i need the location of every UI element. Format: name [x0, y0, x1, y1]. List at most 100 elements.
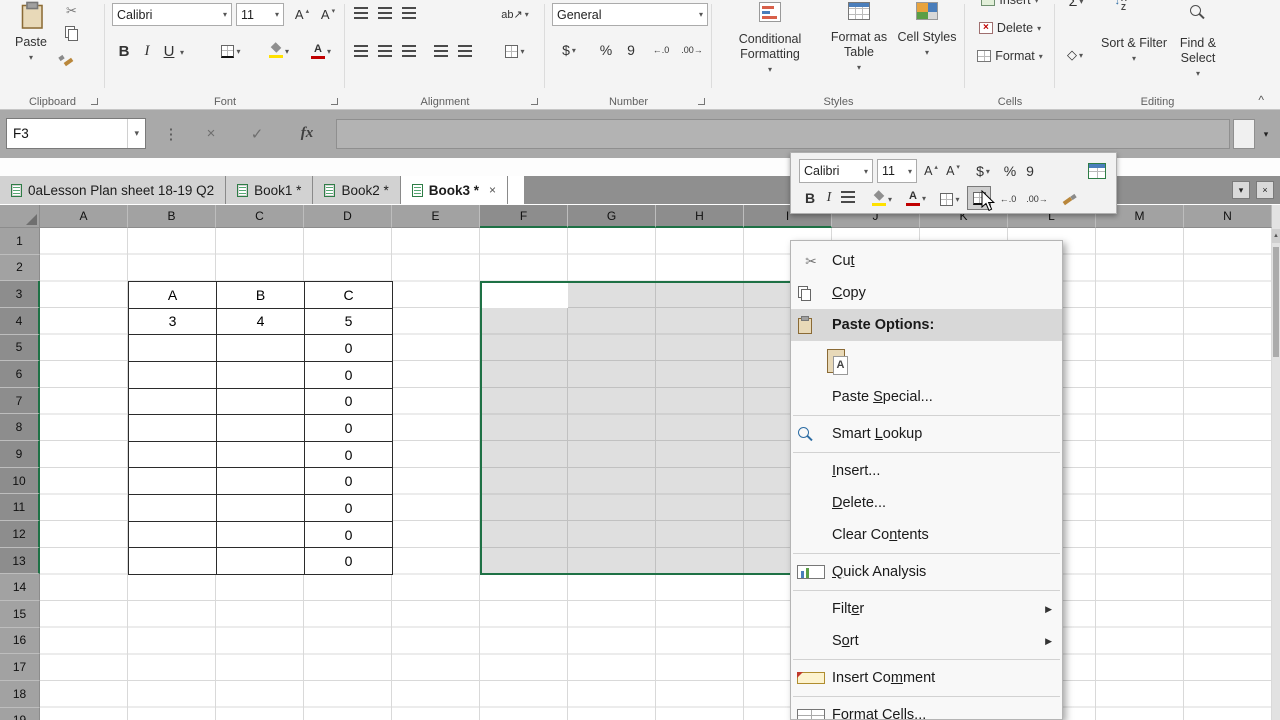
table-cell[interactable]	[129, 441, 217, 469]
table-cell[interactable]	[217, 415, 305, 442]
table-cell[interactable]	[129, 415, 217, 442]
italic-button[interactable]: I	[138, 38, 156, 64]
clear-button[interactable]: ◇ ▾	[1057, 44, 1093, 66]
menu-item-smart-lookup[interactable]: Smart Lookup	[791, 418, 1062, 450]
mini-bold-button[interactable]: B	[801, 187, 819, 209]
mini-fill-color-button[interactable]: ▾	[867, 189, 897, 209]
row-header-10[interactable]: 10	[0, 467, 40, 495]
scroll-up-icon[interactable]: ▲	[1272, 229, 1280, 243]
row-header-9[interactable]: 9	[0, 441, 40, 468]
align-middle-icon[interactable]	[378, 7, 392, 19]
mini-shrink-font-button[interactable]: A ▾	[943, 159, 963, 183]
align-bottom-icon[interactable]	[402, 7, 416, 19]
menu-item-paste-special[interactable]: Paste Special...	[791, 381, 1062, 413]
column-header-C[interactable]: C	[216, 205, 304, 228]
table-cell[interactable]: 0	[305, 415, 393, 442]
sort-filter-button[interactable]: Sort & Filter ▾	[1101, 36, 1167, 66]
row-header-6[interactable]: 6	[0, 361, 40, 388]
conditional-formatting-button[interactable]: Conditional Formatting ▾	[718, 2, 822, 77]
table-cell[interactable]: 5	[305, 308, 393, 336]
row-header-1[interactable]: 1	[0, 228, 40, 255]
menu-item-filter[interactable]: Filter ▶	[791, 593, 1062, 625]
column-header-D[interactable]: D	[304, 205, 392, 228]
table-cell[interactable]	[217, 361, 305, 389]
table-cell[interactable]: B	[217, 282, 305, 309]
table-cell[interactable]: 0	[305, 521, 393, 549]
mini-format-painter-button[interactable]	[1059, 189, 1079, 209]
table-cell[interactable]	[129, 548, 217, 576]
insert-function-button[interactable]: fx	[294, 118, 320, 149]
table-cell[interactable]	[217, 521, 305, 549]
shrink-font-button[interactable]: A ▾	[316, 3, 340, 26]
insert-cells-button[interactable]: Insert ▾	[969, 0, 1051, 12]
table-cell[interactable]: 0	[305, 335, 393, 362]
align-left-icon[interactable]	[354, 45, 368, 57]
grow-font-button[interactable]: A ▴	[290, 3, 314, 26]
row-header-14[interactable]: 14	[0, 574, 40, 601]
row-header-17[interactable]: 17	[0, 654, 40, 681]
clipboard-dialog-launcher[interactable]	[91, 98, 98, 105]
paste-option-keep-formatting[interactable]	[791, 341, 1062, 381]
table-cell[interactable]: 3	[129, 308, 217, 336]
mini-italic-button[interactable]: I	[821, 187, 837, 209]
collapse-ribbon-icon[interactable]: ^	[1258, 93, 1264, 107]
mini-borders-button[interactable]: ▾	[935, 189, 965, 209]
font-color-button[interactable]: ▾	[304, 40, 338, 62]
row-header-7[interactable]: 7	[0, 387, 40, 415]
name-box-resize-handle[interactable]: ⋮	[158, 118, 184, 149]
table-cell[interactable]	[129, 361, 217, 389]
table-cell[interactable]	[129, 495, 217, 522]
active-cell-F3[interactable]	[482, 283, 568, 308]
align-right-icon[interactable]	[402, 45, 416, 57]
mini-font-size-combo[interactable]: 11 ▾	[877, 159, 917, 183]
menu-item-copy[interactable]: Copy	[791, 277, 1062, 309]
workbook-tab[interactable]: Book1 *	[226, 176, 314, 204]
close-icon[interactable]: ×	[1256, 181, 1274, 199]
delete-cells-button[interactable]: Delete ▾	[969, 16, 1051, 40]
row-header-16[interactable]: 16	[0, 627, 40, 655]
underline-button[interactable]: U	[160, 38, 178, 64]
close-tab-icon[interactable]: ×	[489, 183, 496, 197]
column-header-A[interactable]: A	[40, 205, 128, 228]
cancel-icon[interactable]: ×	[198, 118, 224, 149]
table-cell[interactable]	[217, 388, 305, 416]
table-cell[interactable]	[217, 441, 305, 469]
percent-style-button[interactable]: %	[596, 38, 616, 62]
orientation-button[interactable]: ab↗ ▾	[495, 3, 535, 25]
bold-button[interactable]: B	[114, 38, 134, 64]
decrease-indent-icon[interactable]	[434, 45, 448, 57]
expand-formula-bar-icon[interactable]: ▾	[1257, 119, 1275, 149]
cell-styles-button[interactable]: Cell Styles ▾	[896, 2, 958, 60]
column-header-H[interactable]: H	[656, 205, 744, 228]
scrollbar-thumb[interactable]	[1273, 247, 1279, 357]
fill-color-button[interactable]: ▾	[262, 40, 296, 62]
name-box[interactable]: F3 ▾	[6, 118, 146, 149]
table-cell[interactable]	[217, 495, 305, 522]
number-format-combo[interactable]: General ▾	[552, 3, 708, 26]
table-cell[interactable]: 0	[305, 441, 393, 469]
font-name-combo[interactable]: Calibri ▾	[112, 3, 232, 26]
comma-style-button[interactable]: 9	[622, 38, 640, 62]
row-header-8[interactable]: 8	[0, 414, 40, 442]
workbook-tab[interactable]: Book2 *	[313, 176, 401, 204]
table-cell[interactable]: 0	[305, 548, 393, 576]
column-header-B[interactable]: B	[128, 205, 216, 228]
row-header-18[interactable]: 18	[0, 680, 40, 708]
mini-font-name-combo[interactable]: Calibri ▾	[799, 159, 873, 183]
menu-item-insert-comment[interactable]: Insert Comment	[791, 662, 1062, 694]
row-header-13[interactable]: 13	[0, 547, 40, 575]
mini-percent-button[interactable]: %	[1001, 159, 1019, 183]
formula-input[interactable]	[336, 119, 1230, 149]
mini-accounting-button[interactable]: $ ▾	[969, 159, 997, 183]
mini-decrease-decimal-button[interactable]: .00→	[1023, 189, 1051, 209]
mini-increase-decimal-button[interactable]: ←.0	[995, 189, 1021, 209]
column-header-E[interactable]: E	[392, 205, 480, 228]
accounting-format-button[interactable]: $ ▾	[554, 38, 584, 62]
merge-center-button[interactable]: ▾	[495, 40, 535, 62]
table-cell[interactable]: 0	[305, 388, 393, 416]
menu-item-delete[interactable]: Delete...	[791, 487, 1062, 519]
row-header-2[interactable]: 2	[0, 254, 40, 282]
table-cell[interactable]	[217, 468, 305, 496]
borders-button[interactable]: ▾	[214, 40, 248, 62]
autosum-button[interactable]: Σ ▾	[1061, 0, 1091, 12]
